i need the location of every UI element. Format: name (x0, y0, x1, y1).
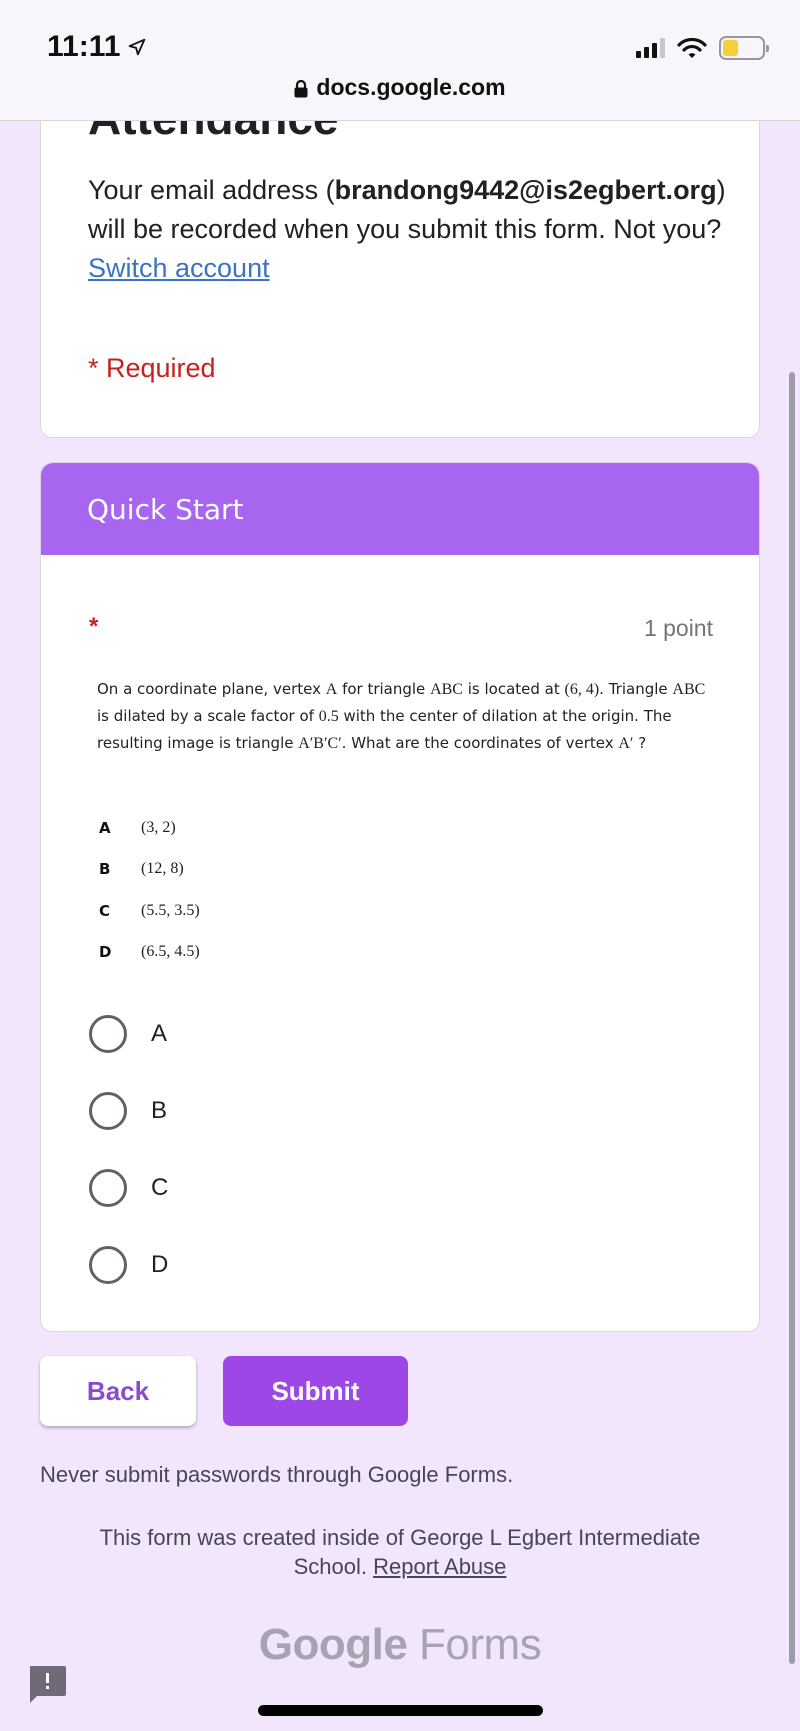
user-email: brandong9442@is2egbert.org (334, 175, 717, 205)
radio-label: A (151, 1019, 168, 1047)
password-warning: Never submit passwords through Google Fo… (40, 1462, 514, 1487)
math-expression: ABC (672, 681, 706, 698)
question-text-run: . What are the coordinates of vertex (341, 734, 619, 752)
answer-radio-group[interactable]: A B C D (89, 995, 168, 1303)
question-points: 1 point (643, 615, 713, 641)
submit-button[interactable]: Submit (223, 1356, 408, 1426)
radio-option-a[interactable]: A (89, 995, 168, 1072)
answer-choice-row: A (3, 2) (99, 807, 399, 849)
report-abuse-link[interactable]: Report Abuse (373, 1554, 506, 1579)
radio-option-d[interactable]: D (89, 1226, 168, 1303)
radio-button[interactable] (89, 1091, 127, 1130)
brand-google-text: Google (258, 1620, 408, 1669)
math-expression: A (325, 681, 338, 698)
google-forms-logo[interactable]: Google Forms (0, 1620, 800, 1670)
answer-choice-value: (3, 2) (141, 818, 176, 836)
math-expression: A′ (618, 735, 634, 752)
answer-choices-list: A (3, 2) B (12, 8) C (5.5, 3.5) D (6.5, 4.5) (99, 807, 399, 973)
battery-level-fill (723, 40, 739, 56)
radio-option-c[interactable]: C (89, 1149, 168, 1226)
math-expression: (6, 4) (564, 681, 600, 698)
answer-choice-row: B (12, 8) (99, 849, 399, 891)
answer-choice-letter: D (99, 943, 112, 962)
question-text: On a coordinate plane, vertex A for tria… (97, 676, 717, 757)
email-notice-prefix: Your email address ( (88, 175, 335, 205)
question-text-run: . Triangle (599, 680, 673, 698)
radio-label: D (151, 1250, 169, 1278)
math-expression: ABC (430, 681, 463, 698)
back-button[interactable]: Back (40, 1356, 196, 1426)
question-text-run: ? (633, 734, 647, 752)
required-note: * Required (88, 353, 216, 383)
clock-text: 11:11 (47, 30, 121, 63)
question-text-run: for triangle (337, 680, 431, 698)
math-expression: A′B′C′ (298, 735, 342, 752)
math-expression: 0.5 (318, 708, 339, 725)
brand-forms-text: Forms (407, 1620, 542, 1669)
email-notice: Your email address (brandong9442@is2egbe… (88, 171, 728, 288)
form-intro-card: Attendance Your email address (brandong9… (40, 70, 760, 438)
page-scrollbar[interactable] (789, 372, 795, 1664)
cellular-signal-icon (636, 38, 665, 58)
wifi-icon (677, 37, 707, 58)
lock-icon (294, 79, 308, 97)
required-marker: * (89, 613, 99, 640)
location-arrow-icon (129, 38, 146, 56)
answer-choice-letter: A (99, 818, 111, 837)
radio-label: B (151, 1096, 168, 1124)
radio-option-b[interactable]: B (89, 1072, 168, 1149)
url-text: docs.google.com (316, 74, 506, 100)
status-time: 11:11 (47, 30, 148, 64)
created-by-note: This form was created inside of George L… (70, 1523, 730, 1581)
radio-label: C (151, 1173, 169, 1201)
question-text-run: is located at (462, 680, 565, 698)
battery-icon (719, 36, 769, 60)
report-feedback-icon[interactable] (27, 1664, 67, 1704)
radio-button[interactable] (89, 1168, 127, 1207)
radio-button[interactable] (89, 1245, 127, 1284)
answer-choice-letter: B (99, 860, 111, 879)
quick-start-section: Quick Start * 1 point On a coordinate pl… (40, 462, 760, 1332)
answer-choice-value: (5.5, 3.5) (141, 901, 200, 919)
status-indicators (636, 36, 769, 60)
browser-top-bar: 11:11 docs.google.com (0, 0, 800, 121)
answer-choice-row: C (5.5, 3.5) (99, 890, 399, 932)
switch-account-link[interactable]: Switch account (88, 253, 270, 283)
answer-choice-row: D (6.5, 4.5) (99, 932, 399, 974)
url-bar[interactable]: docs.google.com (0, 74, 800, 101)
section-title: Quick Start (87, 492, 244, 526)
answer-choice-value: (6.5, 4.5) (141, 943, 200, 961)
section-header: Quick Start (41, 463, 759, 555)
radio-button[interactable] (89, 1014, 127, 1053)
answer-choice-letter: C (99, 901, 111, 920)
home-indicator[interactable] (258, 1705, 543, 1716)
question-text-run: is dilated by a scale factor of (97, 707, 319, 725)
answer-choice-value: (12, 8) (141, 860, 184, 878)
question-text-run: On a coordinate plane, vertex (97, 680, 326, 698)
